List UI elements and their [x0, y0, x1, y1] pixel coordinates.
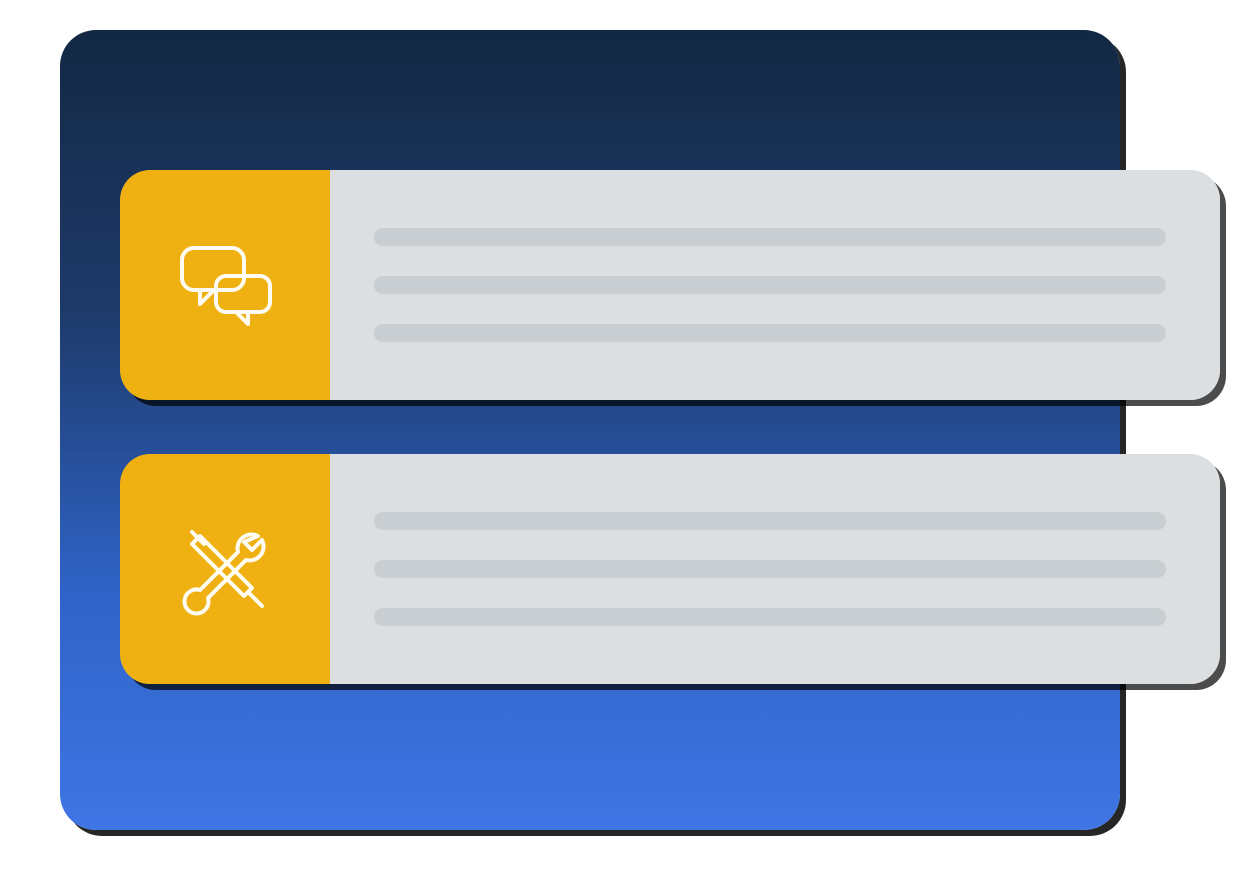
- card-body: [330, 454, 1220, 684]
- placeholder-line: [374, 324, 1166, 342]
- placeholder-line: [374, 276, 1166, 294]
- tools-icon: [120, 454, 330, 684]
- placeholder-line: [374, 512, 1166, 530]
- feature-card-chat: [120, 170, 1220, 400]
- placeholder-line: [374, 560, 1166, 578]
- chat-icon: [120, 170, 330, 400]
- card-body: [330, 170, 1220, 400]
- placeholder-line: [374, 608, 1166, 626]
- card-stack: [120, 170, 1220, 684]
- feature-card-tools: [120, 454, 1220, 684]
- placeholder-line: [374, 228, 1166, 246]
